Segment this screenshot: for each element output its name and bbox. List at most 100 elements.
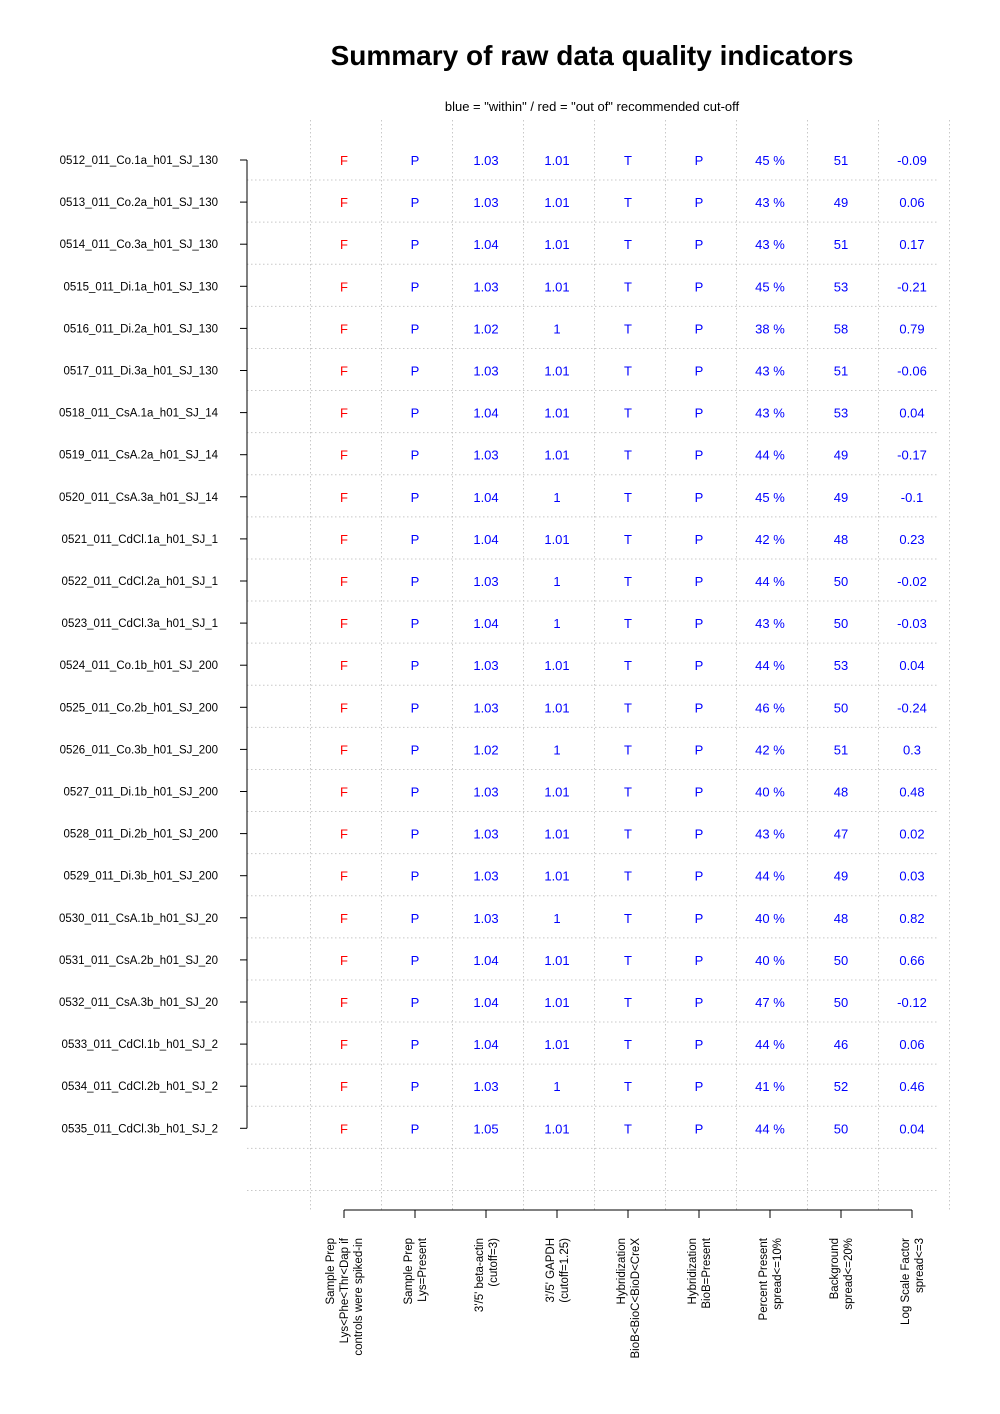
- table-cell: T: [624, 1037, 632, 1052]
- table-cell: P: [411, 616, 420, 631]
- column-label: Sample Prep: [325, 1238, 337, 1304]
- table-cell: 44 %: [755, 869, 785, 884]
- table-cell: T: [624, 237, 632, 252]
- table-cell: T: [624, 153, 632, 168]
- table-cell: 1.01: [544, 785, 569, 800]
- column-label: (cutoff=1.25): [559, 1238, 571, 1303]
- table-cell: T: [624, 953, 632, 968]
- table-cell: T: [624, 364, 632, 379]
- table-cell: 1.01: [544, 532, 569, 547]
- table-cell: 0.23: [899, 532, 924, 547]
- column-label: Lys=Present: [417, 1237, 429, 1302]
- table-cell: 58: [834, 321, 848, 336]
- table-cell: P: [411, 574, 420, 589]
- table-cell: 44 %: [755, 448, 785, 463]
- table-cell: 1.01: [544, 658, 569, 673]
- row-label: 0512_011_Co.1a_h01_SJ_130: [60, 155, 218, 167]
- table-cell: 1.01: [544, 279, 569, 294]
- column-label: BioB<BioC<BioD<CreX: [630, 1238, 642, 1359]
- table-cell: P: [411, 995, 420, 1010]
- table-cell: 47 %: [755, 995, 785, 1010]
- table-cell: P: [411, 532, 420, 547]
- table-cell: P: [411, 237, 420, 252]
- table-cell: F: [340, 742, 348, 757]
- table-cell: P: [411, 911, 420, 926]
- table-cell: 1.04: [473, 616, 498, 631]
- table-cell: 49: [834, 448, 848, 463]
- table-cell: T: [624, 700, 632, 715]
- table-cell: 0.17: [899, 237, 924, 252]
- table-cell: 0.79: [899, 321, 924, 336]
- table-cell: 1.03: [473, 279, 498, 294]
- table-cell: F: [340, 827, 348, 842]
- table-cell: P: [411, 785, 420, 800]
- table-cell: T: [624, 1121, 632, 1136]
- table-cell: 47: [834, 827, 848, 842]
- table-cell: 1.03: [473, 700, 498, 715]
- table-cell: 53: [834, 658, 848, 673]
- table-cell: F: [340, 1079, 348, 1094]
- column-label: spread<=3: [914, 1238, 926, 1293]
- column-label: Lys<Phe<Thr<Dap if: [339, 1237, 351, 1343]
- table-cell: P: [695, 616, 704, 631]
- table-cell: 50: [834, 953, 848, 968]
- table-cell: F: [340, 869, 348, 884]
- table-cell: 43 %: [755, 195, 785, 210]
- table-cell: T: [624, 869, 632, 884]
- table-cell: 1.01: [544, 1121, 569, 1136]
- table-cell: F: [340, 911, 348, 926]
- table-cell: P: [411, 364, 420, 379]
- table-cell: 38 %: [755, 321, 785, 336]
- table-cell: P: [695, 490, 704, 505]
- table-cell: 53: [834, 279, 848, 294]
- table-cell: 42 %: [755, 742, 785, 757]
- table-cell: 1: [553, 574, 560, 589]
- table-cell: P: [695, 658, 704, 673]
- table-cell: 48: [834, 911, 848, 926]
- row-label: 0533_011_CdCl.1b_h01_SJ_2: [62, 1039, 218, 1051]
- table-cell: T: [624, 1079, 632, 1094]
- table-cell: 49: [834, 490, 848, 505]
- table-cell: T: [624, 785, 632, 800]
- table-cell: P: [695, 364, 704, 379]
- table-cell: 40 %: [755, 953, 785, 968]
- table-cell: F: [340, 532, 348, 547]
- table-cell: P: [411, 658, 420, 673]
- table-cell: 0.66: [899, 953, 924, 968]
- table-cell: 40 %: [755, 785, 785, 800]
- table-cell: -0.09: [897, 153, 927, 168]
- table-cell: P: [411, 195, 420, 210]
- table-cell: 1.01: [544, 995, 569, 1010]
- row-label: 0513_011_Co.2a_h01_SJ_130: [60, 197, 218, 209]
- table-cell: F: [340, 406, 348, 421]
- table-cell: 0.04: [899, 658, 924, 673]
- row-label: 0526_011_Co.3b_h01_SJ_200: [60, 744, 218, 756]
- table-cell: 50: [834, 995, 848, 1010]
- row-label: 0514_011_Co.3a_h01_SJ_130: [60, 239, 218, 251]
- table-cell: 1.01: [544, 153, 569, 168]
- table-cell: F: [340, 237, 348, 252]
- column-label: spread<=10%: [772, 1238, 784, 1310]
- table-cell: T: [624, 321, 632, 336]
- table-cell: P: [695, 1079, 704, 1094]
- table-cell: 0.3: [903, 742, 921, 757]
- table-cell: P: [411, 279, 420, 294]
- table-cell: 45 %: [755, 153, 785, 168]
- table-cell: T: [624, 490, 632, 505]
- table-cell: P: [411, 490, 420, 505]
- table-cell: F: [340, 785, 348, 800]
- table-cell: 1.03: [473, 574, 498, 589]
- table-cell: P: [695, 153, 704, 168]
- table-cell: T: [624, 195, 632, 210]
- table-cell: 42 %: [755, 532, 785, 547]
- row-label: 0521_011_CdCl.1a_h01_SJ_1: [62, 534, 218, 546]
- row-label: 0532_011_CsA.3b_h01_SJ_20: [59, 997, 218, 1009]
- table-cell: P: [695, 532, 704, 547]
- table-cell: 1.01: [544, 1037, 569, 1052]
- row-label: 0527_011_Di.1b_h01_SJ_200: [63, 787, 218, 799]
- row-label: 0531_011_CsA.2b_h01_SJ_20: [59, 955, 218, 967]
- table-cell: 48: [834, 532, 848, 547]
- table-cell: 43 %: [755, 827, 785, 842]
- table-cell: T: [624, 911, 632, 926]
- table-cell: F: [340, 616, 348, 631]
